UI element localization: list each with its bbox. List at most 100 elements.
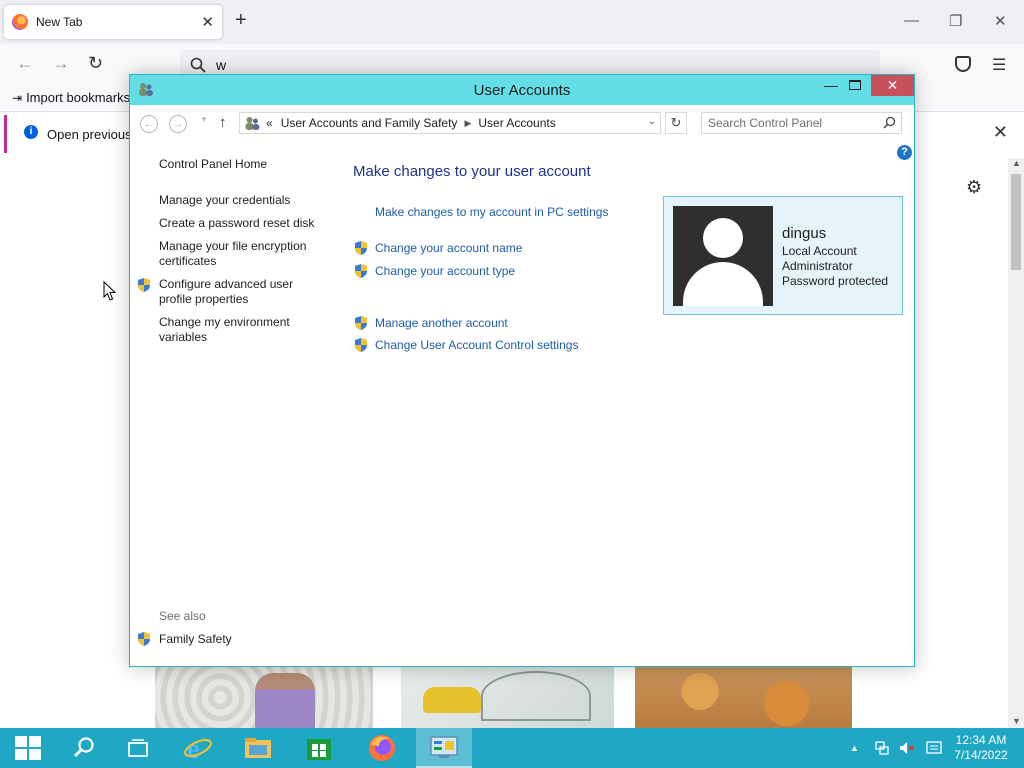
main-content: Make changes to your user account Make c… xyxy=(340,143,914,663)
import-icon: ⇥ xyxy=(12,91,23,105)
network-icon[interactable] xyxy=(874,740,890,756)
back-icon[interactable]: ← xyxy=(16,54,34,72)
back-button[interactable]: ← xyxy=(140,115,158,133)
top-site-thumbnail[interactable] xyxy=(155,667,373,728)
search-icon xyxy=(883,116,896,129)
action-center-icon[interactable] xyxy=(926,741,942,755)
control-panel-home-link[interactable]: Control Panel Home xyxy=(159,157,267,171)
browser-scrollbar[interactable]: ▲ ▼ xyxy=(1008,158,1024,728)
search-box[interactable] xyxy=(701,112,902,134)
browser-close-icon[interactable]: ✕ xyxy=(994,12,1007,30)
link-uac-settings[interactable]: Change User Account Control settings xyxy=(375,338,578,352)
start-button[interactable] xyxy=(0,728,56,768)
hamburger-menu-icon[interactable]: ☰ xyxy=(992,55,1006,75)
search-button[interactable] xyxy=(56,728,112,768)
uac-shield-icon xyxy=(355,264,367,278)
windows-logo-icon xyxy=(15,736,41,760)
sidebar-link-advanced-profile[interactable]: Configure advanced user profile properti… xyxy=(159,277,309,307)
thumbnail-car xyxy=(423,687,481,713)
sidebar-link-manage-credentials[interactable]: Manage your credentials xyxy=(159,193,334,208)
account-card: dingus Local Account Administrator Passw… xyxy=(663,196,903,315)
browser-minimize-icon[interactable]: — xyxy=(904,12,919,29)
close-tab-icon[interactable]: ✕ xyxy=(201,13,214,31)
breadcrumb-prefix: « xyxy=(266,116,273,130)
recent-locations-icon[interactable]: ▼ xyxy=(200,115,208,124)
minimize-button[interactable]: — xyxy=(820,77,842,93)
link-pc-settings[interactable]: Make changes to my account in PC setting… xyxy=(375,205,608,219)
info-icon: i xyxy=(24,125,38,139)
system-clock[interactable]: 12:34 AM 7/14/2022 xyxy=(948,733,1014,763)
link-change-account-name[interactable]: Change your account name xyxy=(375,241,522,255)
thumbnail-person xyxy=(255,673,315,728)
maximize-button[interactable] xyxy=(849,80,861,90)
task-view-icon xyxy=(128,739,148,757)
browser-tab[interactable]: New Tab ✕ xyxy=(4,5,222,39)
sidebar-link-environment-variables[interactable]: Change my environment variables xyxy=(159,315,309,345)
browser-restore-icon[interactable]: ❐ xyxy=(949,12,962,30)
scroll-up-icon[interactable]: ▲ xyxy=(1012,158,1021,168)
account-name: dingus xyxy=(782,225,827,242)
breadcrumb-separator-icon[interactable]: ▶ xyxy=(464,118,471,129)
notification-text: Open previous t xyxy=(47,127,139,142)
search-input[interactable] xyxy=(702,113,872,133)
top-site-thumbnail[interactable] xyxy=(401,667,614,728)
search-icon xyxy=(190,57,206,73)
breadcrumb-item[interactable]: User Accounts and Family Safety xyxy=(281,116,458,130)
close-notification-icon[interactable]: ✕ xyxy=(993,122,1008,143)
uac-shield-icon xyxy=(138,278,150,292)
firefox-tab-icon xyxy=(12,14,28,30)
breadcrumb[interactable]: « User Accounts and Family Safety ▶ User… xyxy=(239,112,661,134)
close-button[interactable]: ✕ xyxy=(871,75,914,96)
breadcrumb-item[interactable]: User Accounts xyxy=(478,116,555,130)
import-bookmarks-button[interactable]: ⇥ Import bookmarks... xyxy=(12,90,141,105)
show-hidden-icons-chevron[interactable]: ▲ xyxy=(850,728,859,768)
window-title: User Accounts xyxy=(473,82,571,99)
address-bar: ← → ▼ ↑ « User Accounts and Family Safet… xyxy=(130,105,914,143)
browser-tab-bar: New Tab ✕ + — ❐ ✕ xyxy=(0,0,1024,44)
refresh-button[interactable]: ↻ xyxy=(665,112,687,134)
forward-icon[interactable]: → xyxy=(52,54,70,72)
import-bookmarks-label: Import bookmarks... xyxy=(26,90,141,105)
user-accounts-window: User Accounts — ✕ ← → ▼ ↑ « User Account… xyxy=(129,74,915,667)
new-tab-button[interactable]: + xyxy=(235,10,247,30)
link-change-account-type[interactable]: Change your account type xyxy=(375,264,515,278)
file-explorer-button[interactable] xyxy=(230,728,286,768)
scroll-down-icon[interactable]: ▼ xyxy=(1012,716,1021,726)
pocket-icon[interactable] xyxy=(955,56,971,72)
avatar[interactable] xyxy=(673,206,773,306)
chevron-down-icon[interactable]: ⌄ xyxy=(648,116,656,127)
firefox-button[interactable] xyxy=(354,728,410,768)
window-titlebar[interactable]: User Accounts — ✕ xyxy=(130,75,914,105)
forward-button[interactable]: → xyxy=(169,115,187,133)
see-also-label: See also xyxy=(159,609,206,623)
browser-tab-title: New Tab xyxy=(36,15,83,29)
link-manage-another-account[interactable]: Manage another account xyxy=(375,316,508,330)
scrollbar-thumb[interactable] xyxy=(1011,174,1021,270)
uac-shield-icon xyxy=(355,316,367,330)
store-button[interactable] xyxy=(291,728,347,768)
internet-explorer-icon: e xyxy=(184,734,212,763)
control-panel-button[interactable] xyxy=(416,728,472,768)
sidebar-link-password-reset-disk[interactable]: Create a password reset disk xyxy=(159,216,334,231)
sidebar-link-file-encryption[interactable]: Manage your file encryption certificates xyxy=(159,239,319,269)
url-text: w xyxy=(216,57,227,73)
svg-text:e: e xyxy=(187,734,199,763)
task-view-button[interactable] xyxy=(110,728,166,768)
reload-icon[interactable]: ↻ xyxy=(88,54,103,72)
search-icon xyxy=(73,737,94,758)
volume-muted-icon[interactable] xyxy=(898,740,914,756)
user-accounts-icon xyxy=(245,117,260,130)
file-explorer-icon xyxy=(245,738,271,758)
account-type: Local Account xyxy=(782,244,857,258)
up-button[interactable]: ↑ xyxy=(219,114,227,131)
avatar-head xyxy=(703,218,743,258)
uac-shield-icon xyxy=(355,338,367,352)
internet-explorer-button[interactable]: e xyxy=(170,728,226,768)
top-site-thumbnail[interactable] xyxy=(635,667,852,728)
uac-shield-icon xyxy=(355,241,367,255)
see-also-link-family-safety[interactable]: Family Safety xyxy=(159,632,334,647)
firefox-icon xyxy=(369,735,395,761)
gear-icon[interactable]: ⚙ xyxy=(966,177,982,198)
store-icon xyxy=(307,739,331,760)
account-status: Password protected xyxy=(782,274,889,288)
